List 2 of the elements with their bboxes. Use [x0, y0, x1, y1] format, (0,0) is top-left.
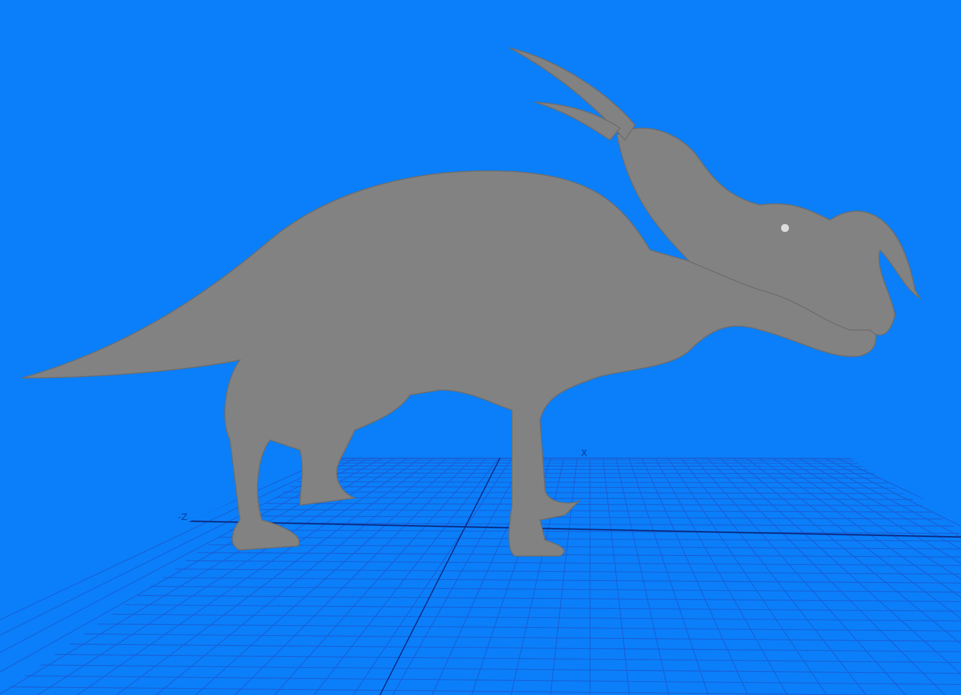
axis-label: X	[581, 449, 588, 459]
axis-label: -Z	[178, 513, 188, 523]
